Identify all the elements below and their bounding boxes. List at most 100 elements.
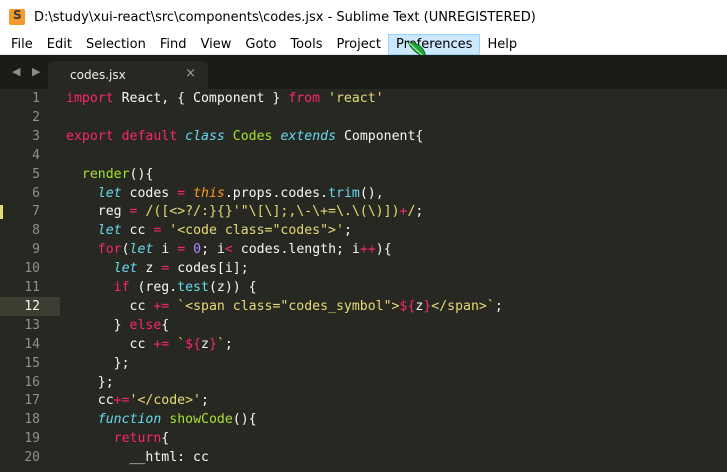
line-number: 11 (24, 280, 40, 295)
code-token: function (97, 412, 162, 428)
code-token: `<span class="codes_symbol"> (177, 298, 400, 314)
code-line[interactable]: import React, { Component } from 'react' (66, 90, 384, 109)
code-token: let (129, 242, 154, 258)
code-line[interactable]: cc += `${z}`; (66, 336, 233, 355)
code-token: i (153, 242, 178, 258)
code-token: let (97, 185, 122, 201)
code-line[interactable]: render(){ (66, 166, 153, 185)
code-token: ${ (185, 336, 202, 352)
code-token: test (177, 280, 209, 295)
code-token: import (66, 91, 114, 106)
menu-item-find[interactable]: Find (153, 34, 194, 55)
menu-bar: File Edit Selection Find View Goto Tools Projec… (0, 33, 727, 55)
code-token: codes (121, 185, 178, 201)
code-line[interactable]: let cc = '<code class="codes">'; (66, 222, 352, 241)
code-token: ; i (201, 242, 225, 258)
code-line[interactable]: let z = codes[i]; (66, 260, 249, 279)
sublime-text-icon (9, 8, 25, 25)
code-token: return (113, 431, 162, 447)
code-token: (){ (129, 166, 154, 182)
code-token: codes[i]; (169, 261, 249, 277)
menu-item-file[interactable]: File (4, 34, 40, 55)
code-token: let (97, 223, 122, 239)
line-number: 7 (32, 204, 40, 220)
line-number: 9 (32, 242, 40, 258)
code-line[interactable]: __html: cc (66, 449, 209, 468)
line-number: 17 (24, 393, 40, 409)
code-line[interactable]: export default class Codes extends Compo… (66, 128, 423, 147)
code-token: } (66, 317, 130, 333)
code-token: reg (66, 204, 130, 220)
tab-codes-jsx[interactable]: codes.jsx × (48, 61, 208, 89)
line-number: 5 (32, 166, 40, 182)
menu-item-view[interactable]: View (194, 34, 239, 55)
code-line[interactable]: if (reg.test(z)) { (66, 279, 257, 298)
line-number: 10 (24, 261, 40, 277)
menu-item-tools[interactable]: Tools (283, 34, 329, 55)
code-token: }; (66, 374, 114, 390)
line-number: 20 (24, 450, 40, 466)
code-token: { (161, 317, 170, 333)
line-number: 19 (24, 431, 40, 447)
line-number: 1 (32, 91, 40, 106)
menu-item-goto[interactable]: Goto (238, 34, 283, 55)
code-token: render (81, 166, 130, 182)
code-token: = (177, 185, 186, 201)
menu-item-project[interactable]: Project (329, 34, 387, 55)
line-number: 2 (32, 109, 40, 125)
code-token: 'react' (328, 91, 384, 106)
code-token: ` (177, 336, 186, 352)
menu-item-edit[interactable]: Edit (40, 34, 79, 55)
close-icon[interactable]: × (185, 66, 196, 81)
code-token: += (113, 393, 130, 409)
code-line[interactable]: }; (66, 374, 114, 393)
menu-item-selection[interactable]: Selection (79, 34, 153, 55)
code-token: export (66, 128, 114, 144)
line-number: 18 (24, 412, 40, 428)
code-token: }; (66, 355, 130, 371)
code-token: else (129, 317, 162, 333)
code-token: (){ (232, 412, 257, 428)
code-token: (), (359, 185, 384, 201)
tab-nav-arrows-icon[interactable]: ◀ ▶ (12, 65, 44, 78)
code-token: += (153, 336, 170, 352)
code-line[interactable]: }; (66, 355, 130, 374)
code-token: this (193, 185, 225, 201)
code-token: ; (224, 336, 233, 352)
code-line[interactable]: return{ (66, 430, 170, 449)
code-line[interactable]: cc += `<span class="codes_symbol">${z}</… (66, 298, 503, 317)
line-number: 16 (24, 374, 40, 390)
menu-item-help[interactable]: Help (480, 34, 524, 55)
code-token: from (288, 91, 321, 106)
code-line[interactable]: reg = /([<>?/:}{}'"\[\];,\-\+=\.\(\)])+/… (66, 203, 424, 222)
code-line[interactable]: let codes = this.props.codes.trim(), (66, 185, 384, 204)
menu-item-preferences[interactable]: Preferences (387, 33, 481, 55)
code-token: { (161, 431, 170, 447)
line-number: 14 (24, 336, 40, 352)
code-token: showCode (169, 412, 233, 428)
code-token: default (121, 128, 178, 144)
code-token: '<code class="codes">' (169, 223, 344, 239)
line-number: 3 (32, 128, 40, 144)
window-title: D:\study\xui-react\src\components\codes.… (34, 9, 536, 25)
code-line[interactable]: function showCode(){ (66, 411, 257, 430)
code-line[interactable]: for(let i = 0; i< codes.length; i++){ (66, 241, 392, 260)
code-token: cc (66, 336, 154, 352)
tab-label: codes.jsx (70, 68, 126, 82)
line-number: 8 (32, 223, 40, 239)
code-line[interactable]: } else{ (66, 317, 170, 336)
code-token: cc (66, 393, 114, 409)
code-token: class (185, 128, 225, 144)
code-editor[interactable]: 1 2 3 4 5 6 7 8 9 10 11 12 13 14 15 16 17 18 19 20 import R… (0, 89, 727, 472)
code-token: extends (280, 128, 337, 144)
code-line[interactable]: cc+='</code>'; (66, 392, 209, 411)
line-number: 13 (24, 317, 40, 333)
